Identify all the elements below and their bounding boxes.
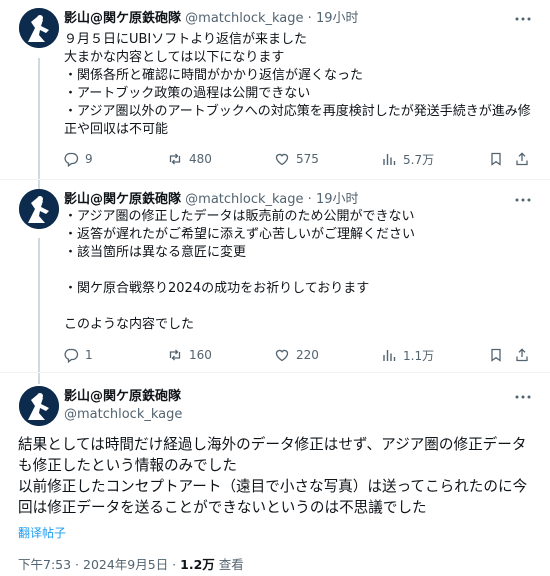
repost-button[interactable]: 480 bbox=[167, 149, 212, 169]
author-name[interactable]: 影山@関ケ原鉄砲隊 bbox=[64, 192, 181, 207]
reply-count: 9 bbox=[85, 152, 93, 166]
more-options-icon[interactable] bbox=[514, 10, 532, 28]
like-count: 575 bbox=[296, 152, 319, 166]
share-button[interactable] bbox=[514, 149, 530, 169]
author-handle[interactable]: @matchlock_kage bbox=[64, 407, 182, 422]
tweet-text: 結果としては時間だけ経過し海外のデータ修正はせず、アジア圏の修正データも修正した… bbox=[18, 436, 528, 516]
tweet[interactable]: 影山@関ケ原鉄砲隊 @matchlock_kage · 19小时 ・アジア圏の修… bbox=[0, 181, 550, 373]
reply-button[interactable]: 1 bbox=[63, 345, 93, 365]
views-button[interactable]: 5.7万 bbox=[381, 149, 434, 169]
like-button[interactable]: 575 bbox=[274, 149, 319, 169]
tweet-time[interactable]: 19小时 bbox=[316, 11, 359, 26]
avatar[interactable] bbox=[19, 386, 59, 426]
focused-tweet: 影山@関ケ原鉄砲隊 @matchlock_kage 結果としては時間だけ経過し海… bbox=[0, 374, 550, 576]
reply-count: 1 bbox=[85, 348, 93, 362]
like-count: 220 bbox=[296, 348, 319, 362]
author-name[interactable]: 影山@関ケ原鉄砲隊 bbox=[64, 388, 181, 406]
reply-icon bbox=[64, 348, 79, 363]
share-icon bbox=[516, 152, 528, 166]
ninja-avatar-icon bbox=[19, 8, 59, 48]
more-options-icon[interactable] bbox=[514, 388, 532, 406]
view-count: 5.7万 bbox=[403, 152, 435, 167]
avatar[interactable] bbox=[19, 8, 59, 48]
ninja-avatar-icon bbox=[19, 189, 59, 229]
share-button[interactable] bbox=[514, 345, 530, 365]
repost-count: 160 bbox=[189, 348, 212, 362]
bookmark-icon bbox=[491, 152, 501, 166]
tweet-text: ・アジア圏の修正したデータは販売前のため公開ができない ・返答が遅れたがご希望に… bbox=[64, 209, 416, 332]
tweet-actions: 1 160 220 1.1万 bbox=[63, 345, 534, 365]
tweet-actions: 9 480 575 5.7万 bbox=[63, 149, 534, 169]
bookmark-icon bbox=[491, 348, 501, 362]
bookmark-button[interactable] bbox=[488, 345, 504, 365]
repost-icon bbox=[169, 349, 181, 361]
tweet-time[interactable]: 19小时 bbox=[316, 192, 359, 207]
heart-icon bbox=[275, 349, 289, 362]
tweet-header: 影山@関ケ原鉄砲隊 @matchlock_kage · 19小时 bbox=[64, 10, 359, 28]
repost-button[interactable]: 160 bbox=[167, 345, 212, 365]
tweet-header: 影山@関ケ原鉄砲隊 @matchlock_kage · 19小时 bbox=[64, 191, 359, 209]
repost-icon bbox=[169, 153, 181, 165]
views-button[interactable]: 1.1万 bbox=[381, 345, 434, 365]
view-count: 1.1万 bbox=[403, 348, 435, 363]
heart-icon bbox=[275, 153, 289, 166]
bookmark-button[interactable] bbox=[488, 149, 504, 169]
reply-icon bbox=[64, 152, 79, 167]
views-label: 查看 bbox=[214, 557, 244, 572]
translate-post-link[interactable]: 翻译帖子 bbox=[18, 524, 66, 541]
separator-dot: · bbox=[307, 11, 312, 26]
analytics-icon bbox=[383, 154, 396, 165]
author-handle[interactable]: @matchlock_kage bbox=[185, 192, 303, 207]
tweet-text: ９月５日にUBIソフトより返信が来ました 大まかな内容としては以下になります ・… bbox=[64, 32, 531, 137]
share-icon bbox=[516, 348, 528, 362]
like-button[interactable]: 220 bbox=[274, 345, 319, 365]
avatar[interactable] bbox=[19, 189, 59, 229]
more-options-icon[interactable] bbox=[514, 191, 532, 209]
tweet-timestamp[interactable]: 下午7:53 · 2024年9月5日 · bbox=[18, 557, 180, 572]
analytics-icon bbox=[383, 350, 396, 361]
author-handle[interactable]: @matchlock_kage bbox=[185, 11, 303, 26]
tweet[interactable]: 影山@関ケ原鉄砲隊 @matchlock_kage · 19小时 ９月５日にUB… bbox=[0, 0, 550, 180]
separator-dot: · bbox=[307, 192, 312, 207]
ninja-avatar-icon bbox=[19, 386, 59, 426]
tweet-meta: 下午7:53 · 2024年9月5日 · 1.2万 查看 bbox=[18, 554, 244, 573]
reply-button[interactable]: 9 bbox=[63, 149, 93, 169]
author-name[interactable]: 影山@関ケ原鉄砲隊 bbox=[64, 11, 181, 26]
view-count: 1.2万 bbox=[180, 557, 215, 572]
repost-count: 480 bbox=[189, 152, 212, 166]
